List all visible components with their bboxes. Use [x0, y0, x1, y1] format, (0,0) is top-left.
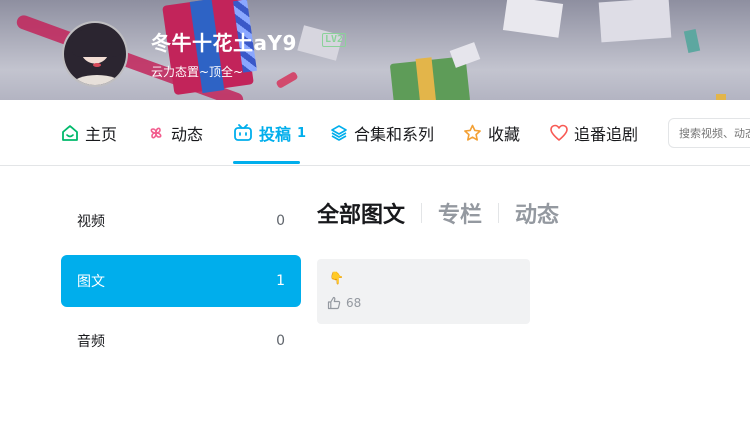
banner-decoration	[502, 0, 564, 38]
like-count[interactable]: 68	[327, 296, 361, 310]
tab-all-articles[interactable]: 全部图文	[317, 197, 405, 229]
tab-divider	[421, 203, 423, 223]
search-input[interactable]	[668, 118, 750, 148]
signature: 云力态置~顶全~	[151, 65, 244, 79]
nav-home-label: 主页	[85, 125, 118, 144]
sidebar-item-label: 图文	[77, 274, 105, 290]
avatar-lips	[93, 63, 101, 67]
tv-icon	[234, 124, 252, 141]
like-count-value: 68	[346, 296, 362, 310]
nav-dynamic[interactable]: 动态	[147, 100, 203, 166]
tab-divider	[498, 203, 500, 223]
sidebar-item-count: 1	[276, 273, 285, 289]
level-badge: LV2	[322, 33, 347, 47]
pinwheel-icon	[150, 127, 162, 139]
sidebar-item-label: 音频	[77, 334, 105, 350]
banner-decoration	[683, 28, 701, 54]
tab-dynamic[interactable]: 动态	[515, 197, 559, 229]
thumbs-up-icon	[327, 296, 341, 310]
article-card[interactable]: 👇 68	[317, 259, 530, 324]
home-icon	[62, 125, 78, 141]
nav-posts[interactable]: 投稿 1	[233, 100, 306, 166]
layers-icon	[331, 125, 347, 141]
sidebar-item-count: 0	[276, 333, 285, 349]
nav-favorites[interactable]: 收藏	[463, 100, 520, 166]
sidebar-item-audio[interactable]: 音频 0	[61, 315, 301, 367]
sidebar-item-video[interactable]: 视频 0	[61, 195, 301, 247]
sidebar-item-label: 视频	[77, 214, 105, 230]
nav-bangumi[interactable]: 追番追剧	[550, 100, 638, 166]
nav-home[interactable]: 主页	[61, 100, 117, 166]
sidebar-item-count: 0	[276, 213, 285, 229]
banner-decoration	[598, 0, 672, 43]
active-tab-indicator	[233, 161, 300, 164]
heart-icon	[550, 124, 568, 141]
nav-collections[interactable]: 合集和系列	[330, 100, 434, 166]
avatar-hair	[72, 27, 122, 57]
profile-nav: 主页 动态 投稿 1 合集和系列 收藏 追番追剧	[0, 100, 750, 166]
username: 冬牛十花土aY9	[151, 31, 297, 55]
star-icon	[464, 124, 481, 141]
nav-posts-label: 投稿	[259, 125, 292, 144]
nav-posts-count: 1	[297, 125, 307, 141]
nav-favorites-label: 收藏	[488, 125, 521, 144]
avatar[interactable]	[62, 21, 128, 87]
nav-collections-label: 合集和系列	[354, 125, 435, 144]
content-tabs: 全部图文 专栏 动态	[317, 197, 559, 229]
tab-column[interactable]: 专栏	[438, 197, 482, 229]
banner-decoration	[449, 42, 481, 68]
sidebar-item-article[interactable]: 图文 1	[61, 255, 301, 307]
banner-decoration	[275, 71, 299, 89]
nav-bangumi-label: 追番追剧	[574, 125, 639, 144]
card-emoji: 👇	[329, 271, 344, 285]
nav-dynamic-label: 动态	[171, 125, 204, 144]
